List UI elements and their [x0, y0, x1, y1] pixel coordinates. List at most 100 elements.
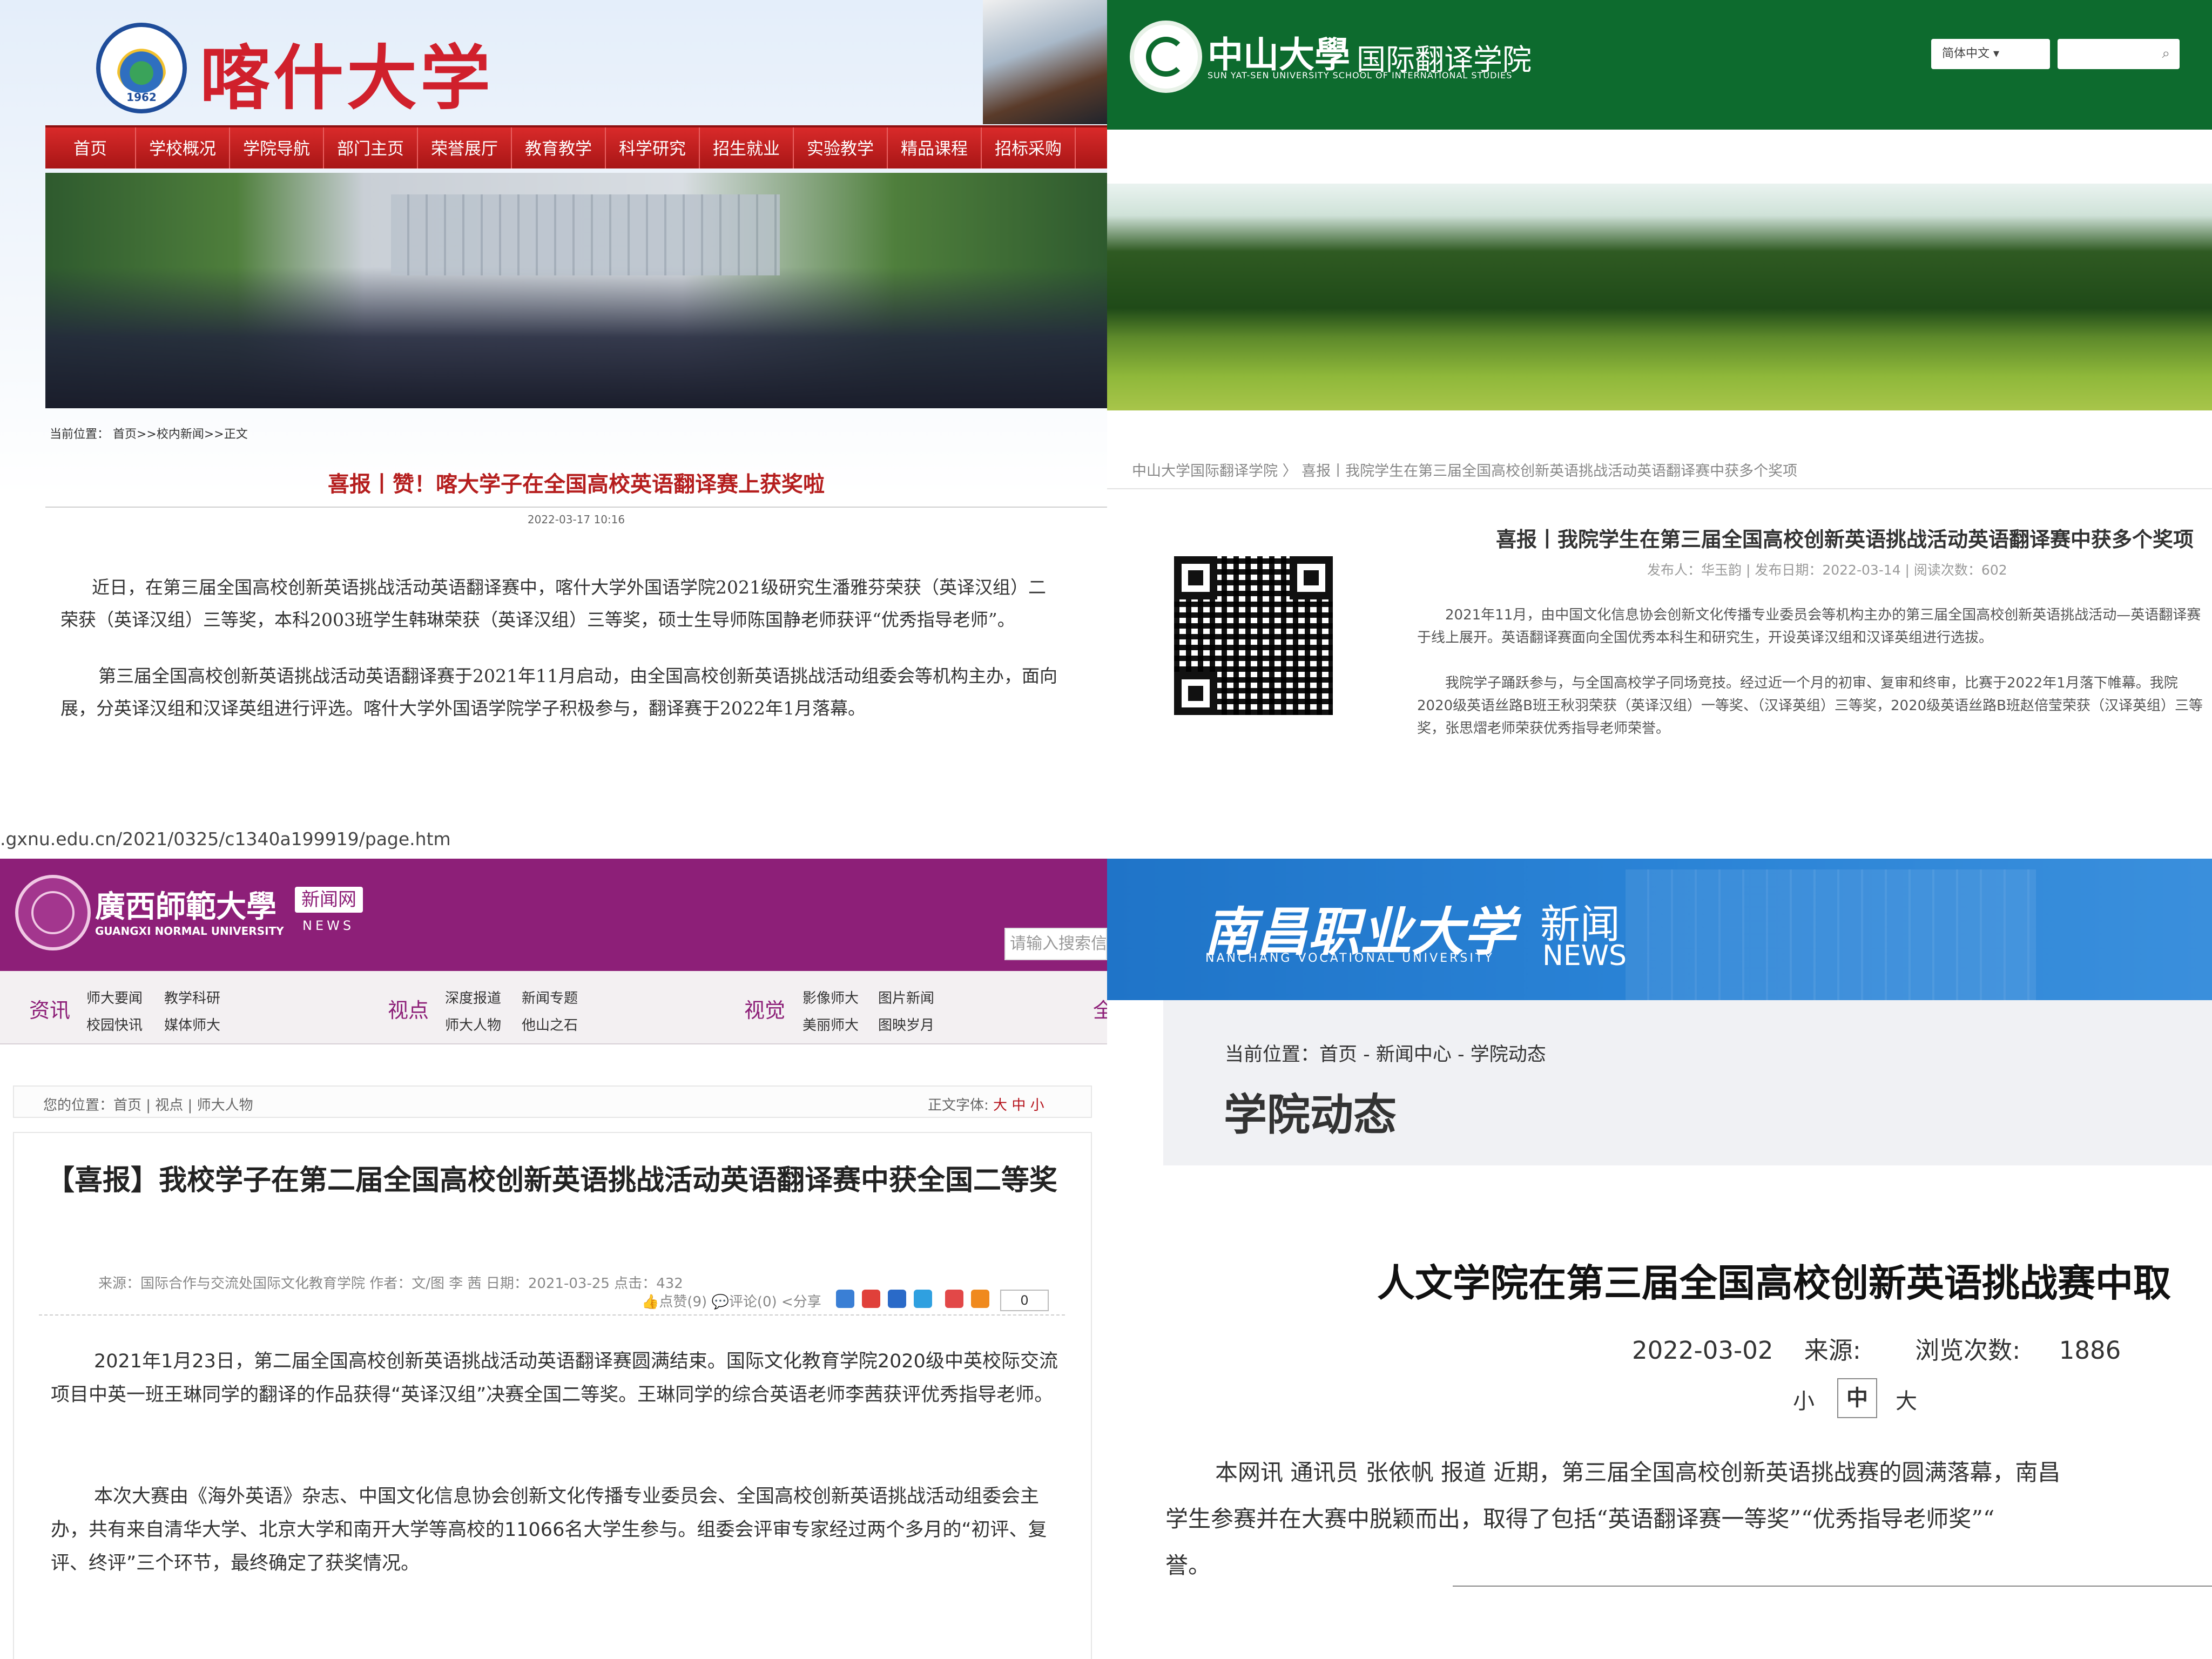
nav-item[interactable]: 实验教学: [794, 127, 888, 168]
news-en: NEWS: [1542, 940, 1627, 972]
section-link[interactable]: 他山之石: [522, 1014, 578, 1034]
nav-item[interactable]: 学校概况: [136, 127, 230, 168]
brand-en: GUANGXI NORMAL UNIVERSITY: [95, 925, 284, 938]
nav-item[interactable]: 教育教学: [1485, 141, 1556, 179]
article-date: 2022-03-17 10:16: [527, 513, 625, 526]
section-link[interactable]: 图映岁月: [878, 1014, 934, 1034]
font-size-large[interactable]: 大: [993, 1097, 1007, 1114]
logo-swirl-icon: [1146, 37, 1186, 77]
meta-divider: [39, 1314, 1065, 1316]
article-paragraph: 本次大赛由《海外英语》杂志、中国文化信息协会创新文化传播专业委员会、全国高校创新…: [51, 1486, 1047, 1574]
breadcrumb: 当前位置：首页 - 新闻中心 - 学院动态: [1225, 1044, 1546, 1065]
sysu-logo-icon[interactable]: [1130, 21, 1202, 93]
article-meta: 来源：国际合作与交流处国际文化教育学院 作者：文/图 李 茜 日期：2021-0…: [98, 1276, 683, 1292]
nav-item[interactable]: 荣誉展厅: [418, 127, 512, 168]
share-douban-icon[interactable]: [945, 1290, 963, 1308]
main-nav: 首页 学校概况 学院导航 部门主页 荣誉展厅 教育教学 科学研究 招生就业 实验教学 精品课程 招标…: [45, 125, 1107, 168]
nanchang-vocational-page: 南昌职业大学 NANCHANG VOCATIONAL UNIVERSITY 新闻…: [1107, 859, 2212, 1659]
section-shidian[interactable]: 视点: [388, 994, 429, 1023]
nav-item[interactable]: 资源中心: [2159, 141, 2212, 179]
article-title: 喜报丨我院学生在第三届全国高校创新英语挑战活动英语翻译赛中获多个奖项: [1496, 528, 2194, 551]
article-paragraph: 誉。: [1165, 1552, 1211, 1579]
nav-item[interactable]: 校友之家: [2047, 141, 2118, 179]
share-counter: 0: [1000, 1290, 1049, 1311]
article-paragraph: 学生参赛并在大赛中脱颖而出，取得了包括“英语翻译赛一等奖”“优秀指导老师奖”“: [1165, 1506, 1995, 1532]
section-link[interactable]: 深度报道: [445, 987, 501, 1007]
nav-item[interactable]: 首页: [45, 127, 136, 168]
font-size-large[interactable]: 大: [1896, 1384, 1917, 1415]
search-input[interactable]: ⌕: [2058, 39, 2180, 69]
article-paragraph: 展，分英译汉组和汉译英组进行评选。喀什大学外国语学院学子积极参与，翻译赛于202…: [60, 698, 866, 719]
section-shijue[interactable]: 视觉: [744, 994, 785, 1023]
breadcrumb-divider: [1107, 488, 2212, 489]
section-zixun[interactable]: 资讯: [29, 994, 70, 1023]
font-size-medium[interactable]: 中: [1011, 1097, 1026, 1114]
header-graduation-photo: [983, 0, 1107, 124]
article-paragraph: 第三届全国高校创新英语挑战活动英语翻译赛于2021年11月启动，由全国高校创新英…: [98, 665, 1057, 686]
section-link[interactable]: 媒体师大: [164, 1014, 220, 1034]
section-link[interactable]: 图片新闻: [878, 987, 934, 1007]
article-paragraph: 荣获（英译汉组）三等奖，本科2003班学生韩琳荣获（英译汉组）三等奖，硕士生导师…: [60, 609, 1015, 630]
qr-corner: [1174, 556, 1217, 599]
font-size-small[interactable]: 小: [1793, 1384, 1815, 1415]
breadcrumb: 中山大学国际翻译学院 〉 喜报丨我院学生在第三届全国高校创新英语挑战活动英语翻译…: [1132, 463, 1798, 480]
share-renren-icon[interactable]: [888, 1290, 906, 1308]
nav-item[interactable]: 学院导航: [230, 127, 324, 168]
section-link[interactable]: 校园快讯: [86, 1014, 143, 1034]
section-overflow[interactable]: 全: [1093, 994, 1107, 1023]
section-link[interactable]: 影像师大: [802, 987, 859, 1007]
section-title: 学院动态: [1224, 1090, 1397, 1140]
share-qq-icon[interactable]: [914, 1290, 932, 1308]
nav-item[interactable]: 招生就业: [700, 127, 794, 168]
nav-item[interactable]: 学院概况: [1260, 141, 1332, 179]
main-nav: 学院首页 学院概况 师资力量 教育教学 学术科研 党群工作 学生工作 交流合作 校友之家 资源中心: [1107, 141, 2212, 179]
section-link[interactable]: 新闻专题: [522, 987, 578, 1007]
language-select[interactable]: 简体中文 ▾: [1931, 39, 2050, 69]
section-link[interactable]: 教学科研: [164, 987, 220, 1007]
share-weibo-icon[interactable]: [862, 1290, 880, 1308]
sun-yat-sen-page: 中山大學 国际翻译学院 SUN YAT-SEN UNIVERSITY SCHOO…: [1107, 0, 2212, 859]
nav-item[interactable]: 党群工作: [1710, 141, 1781, 179]
news-en: NEWS: [302, 918, 355, 933]
social-actions[interactable]: 👍点赞(9) 💬评论(0) <分享: [642, 1291, 821, 1311]
logo-emblem-icon: [117, 43, 166, 93]
section-link[interactable]: 师大人物: [445, 1014, 501, 1034]
nav-item[interactable]: 招标采购: [982, 127, 1076, 168]
font-size-label: 正文字体:: [928, 1097, 989, 1114]
nav-item[interactable]: 学生工作: [1822, 141, 1893, 179]
breadcrumb: 您的位置：首页 | 视点 | 师大人物: [43, 1097, 253, 1114]
title-divider: [45, 507, 1107, 508]
nav-item[interactable]: 教育教学: [512, 127, 606, 168]
news-tag: 新闻网: [295, 887, 363, 913]
nav-item[interactable]: 精品课程: [888, 127, 982, 168]
article-paragraph: 近日，在第三届全国高校创新英语挑战活动英语翻译赛中，喀什大学外国语学院2021级…: [92, 577, 1046, 598]
banner-building: [391, 194, 780, 275]
share-qzone-icon[interactable]: [836, 1290, 854, 1308]
site-header: 南昌职业大学 NANCHANG VOCATIONAL UNIVERSITY 新闻…: [1107, 859, 2212, 1000]
search-icon[interactable]: ⌕: [2162, 45, 2170, 62]
article-source-label: 来源:: [1804, 1336, 1861, 1365]
qr-code-icon: [1174, 556, 1333, 715]
gxnu-logo-icon[interactable]: [15, 875, 91, 950]
font-size-small[interactable]: 小: [1030, 1097, 1044, 1114]
nav-item[interactable]: 科学研究: [606, 127, 700, 168]
graduation-banner-image: [45, 173, 1107, 408]
logo-year: 1962: [126, 91, 157, 104]
nav-item[interactable]: 学院首页: [1148, 141, 1219, 179]
section-link[interactable]: 师大要闻: [86, 987, 143, 1007]
font-size-medium[interactable]: 中: [1837, 1378, 1877, 1418]
nav-item[interactable]: 师资力量: [1373, 141, 1444, 179]
section-link[interactable]: 美丽师大: [802, 1014, 859, 1034]
address-bar-url[interactable]: .gxnu.edu.cn/2021/0325/c1340a199919/page…: [0, 826, 1107, 859]
nav-item[interactable]: 部门主页: [324, 127, 418, 168]
share-more-icon[interactable]: [971, 1290, 989, 1308]
section-nav: 资讯 师大要闻 教学科研 校园快讯 媒体师大 视点 深度报道 新闻专题 师大人物…: [0, 971, 1107, 1044]
nav-item[interactable]: 交流合作: [1934, 141, 2006, 179]
article-title: 喜报丨赞！喀大学子在全国高校英语翻译赛上获奖啦: [328, 471, 825, 497]
nav-item[interactable]: 学术科研: [1597, 141, 1669, 179]
university-name[interactable]: 喀什大学: [200, 22, 494, 123]
brand-en: NANCHANG VOCATIONAL UNIVERSITY: [1205, 952, 1494, 965]
article-date: 2022-03-02: [1632, 1336, 1773, 1365]
kashi-logo-icon[interactable]: 1962: [96, 23, 187, 113]
search-input[interactable]: 请输入搜索信: [1004, 928, 1107, 960]
